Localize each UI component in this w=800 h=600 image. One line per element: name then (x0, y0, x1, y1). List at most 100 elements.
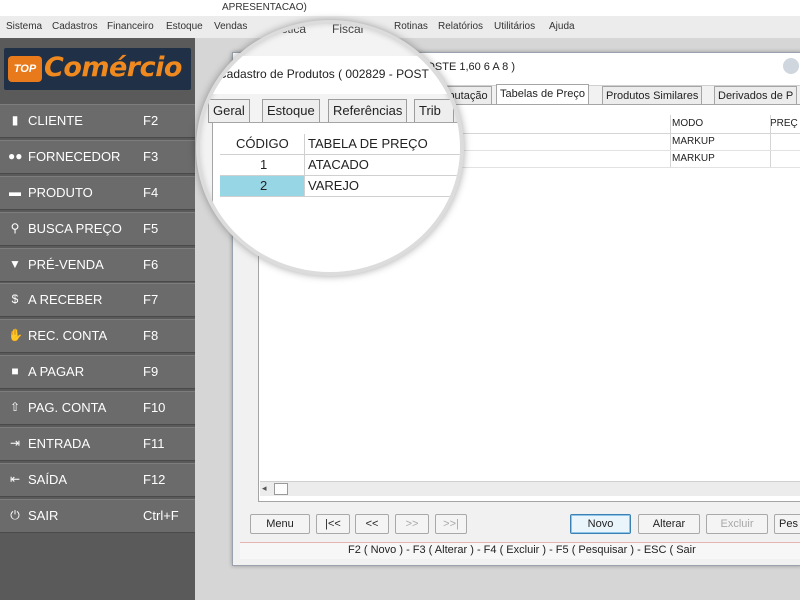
sign-in-icon: ⇥ (9, 436, 21, 451)
tab-referencias[interactable]: Referências (328, 99, 408, 123)
sidebar-item-pag-conta[interactable]: ⇧ PAG. CONTA F10 (0, 391, 195, 426)
sidebar-item-fornecedor[interactable]: ●● FORNECEDOR F3 (0, 139, 195, 174)
sidebar-item-label: BUSCA PREÇO (28, 220, 122, 236)
tab-derivados[interactable]: Derivados de P (714, 86, 798, 105)
status-text: F2 ( Novo ) - F3 ( Alterar ) - F4 ( Excl… (348, 544, 696, 556)
hand-money-icon: ✋ (8, 328, 23, 343)
scroll-left-icon[interactable]: ◂ (262, 483, 267, 494)
sidebar-item-label: CLIENTE (28, 113, 83, 128)
logo-brand: Comércio (44, 52, 182, 83)
logo-badge: TOP (8, 56, 42, 82)
window-title-fragment: APRESENTACAO) (222, 2, 307, 13)
tab-estoque[interactable]: Estoque (262, 99, 320, 123)
column-preco[interactable]: PREÇ (770, 118, 798, 129)
excluir-button[interactable]: Excluir (706, 514, 768, 534)
shortcut-key: F9 (143, 364, 159, 380)
sidebar-item-label: PRODUTO (28, 184, 93, 200)
prev-record-button[interactable]: << (355, 514, 389, 534)
sidebar-item-label: SAIR (28, 507, 59, 523)
first-record-button[interactable]: |<< (316, 514, 350, 534)
table-row-selected[interactable]: 2 VAREJO (220, 176, 460, 196)
sidebar-item-cliente[interactable]: ▮ CLIENTE F2 (0, 104, 195, 138)
shortcut-key: F3 (143, 148, 159, 164)
column-codigo[interactable]: CÓDIGO (236, 136, 289, 151)
shortcut-key: F6 (143, 256, 159, 272)
sidebar-item-label: SAÍDA (28, 471, 68, 487)
novo-button[interactable]: Novo (570, 514, 631, 534)
sidebar-item-label: A RECEBER (28, 292, 103, 308)
tab-geral[interactable]: Geral (208, 99, 250, 123)
alterar-button[interactable]: Alterar (638, 514, 700, 534)
horizontal-scrollbar[interactable]: ◂ (260, 481, 800, 496)
menu-logistica[interactable]: Logística (258, 24, 306, 36)
shortcut-key: F11 (143, 436, 165, 452)
sidebar-item-rec-conta[interactable]: ✋ REC. CONTA F8 (0, 319, 195, 354)
menu-ajuda[interactable]: Ajuda (549, 21, 575, 32)
column-tabela-de-preco[interactable]: TABELA DE PREÇO (308, 136, 428, 151)
sidebar-item-a-pagar[interactable]: ■ A PAGAR F9 (0, 355, 195, 390)
power-icon: ⏻ (10, 507, 20, 522)
shortcut-status-bar: F2 ( Novo ) - F3 ( Alterar ) - F4 ( Excl… (240, 542, 800, 559)
dollar-icon: $ (11, 292, 19, 307)
sidebar-item-entrada[interactable]: ⇥ ENTRADA F11 (0, 427, 195, 462)
upload-icon: ⇧ (9, 400, 21, 415)
form-tabs: Tributação Tabelas de Preço Produtos Sim… (432, 84, 800, 106)
magnified-view: Logística Fiscal Cadastro de Produtos ( … (200, 24, 460, 272)
shortcut-key: F12 (143, 471, 166, 487)
row-divider (220, 196, 460, 197)
sidebar-item-label: FORNECEDOR (28, 148, 121, 164)
users-icon: ●● (8, 148, 23, 163)
sidebar-item-sair[interactable]: ⏻ SAIR Ctrl+F (0, 498, 195, 533)
sidebar-item-a-receber[interactable]: $ A RECEBER F7 (0, 283, 195, 318)
sidebar-item-busca-preco[interactable]: ⚲ BUSCA PREÇO F5 (0, 211, 195, 246)
brand-logo: TOP Comércio (4, 48, 191, 90)
cell-codigo: 1 (260, 157, 268, 172)
window-control-icon[interactable] (783, 58, 799, 74)
form-title: Cadastro de Produtos ( 002829 - POST (218, 67, 429, 81)
menu-estoque[interactable]: Estoque (166, 21, 203, 32)
tab-produtos-similares[interactable]: Produtos Similares (602, 86, 703, 105)
pesquisar-button[interactable]: Pes (774, 514, 800, 534)
shortcut-key: F5 (143, 220, 159, 236)
cell-tabela: VAREJO (308, 178, 360, 193)
shortcut-key: F2 (143, 113, 159, 128)
sidebar-item-label: REC. CONTA (28, 328, 108, 344)
shortcut-key: F7 (143, 292, 159, 308)
wallet-icon: ■ (11, 364, 19, 379)
menu-utilitarios[interactable]: Utilitários (494, 21, 535, 32)
menu-sistema[interactable]: Sistema (6, 21, 42, 32)
cell-codigo: 2 (260, 178, 268, 193)
next-record-button[interactable]: >> (395, 514, 429, 534)
sidebar: TOP Comércio ▮ CLIENTE F2 ●● FORNECEDOR … (0, 38, 195, 600)
sidebar-item-label: PRÉ-VENDA (28, 256, 104, 272)
column-modo[interactable]: MODO (672, 118, 703, 129)
menu-fiscal[interactable]: Fiscal (332, 24, 363, 36)
shortcut-key: F4 (143, 184, 159, 200)
tab-tributacao-magnified[interactable]: Trib (414, 99, 454, 123)
shortcut-key: F10 (143, 400, 166, 416)
shortcut-key: F8 (143, 328, 159, 344)
menu-cadastros[interactable]: Cadastros (52, 21, 98, 32)
sidebar-item-label: A PAGAR (28, 364, 85, 380)
sidebar-item-label: ENTRADA (28, 436, 91, 452)
menu-button[interactable]: Menu (250, 514, 310, 534)
last-record-button[interactable]: >>| (435, 514, 467, 534)
cell-modo: MARKUP (672, 136, 715, 147)
table-row[interactable]: 1 ATACADO (220, 155, 460, 175)
sidebar-item-label: PAG. CONTA (28, 400, 107, 416)
sidebar-item-produto[interactable]: ▬ PRODUTO F4 (0, 175, 195, 210)
magnifier-lens: Logística Fiscal Cadastro de Produtos ( … (196, 20, 464, 276)
id-card-icon: ▮ (11, 113, 19, 127)
tab-tabelas-de-preco[interactable]: Tabelas de Preço (496, 84, 589, 106)
shortcut-key: Ctrl+F (143, 507, 179, 523)
window-title-strip: APRESENTACAO) (0, 0, 800, 16)
search-icon: ⚲ (10, 220, 20, 235)
menu-financeiro[interactable]: Financeiro (107, 21, 154, 32)
box-icon: ▬ (9, 184, 21, 199)
sign-out-icon: ⇤ (9, 471, 21, 486)
sidebar-item-pre-venda[interactable]: ▼ PRÉ-VENDA F6 (0, 247, 195, 282)
cell-modo: MARKUP (672, 153, 715, 164)
scroll-thumb[interactable] (274, 483, 288, 495)
sidebar-nav: ▮ CLIENTE F2 ●● FORNECEDOR F3 ▬ PRODUTO … (0, 104, 195, 535)
sidebar-item-saida[interactable]: ⇤ SAÍDA F12 (0, 462, 195, 497)
